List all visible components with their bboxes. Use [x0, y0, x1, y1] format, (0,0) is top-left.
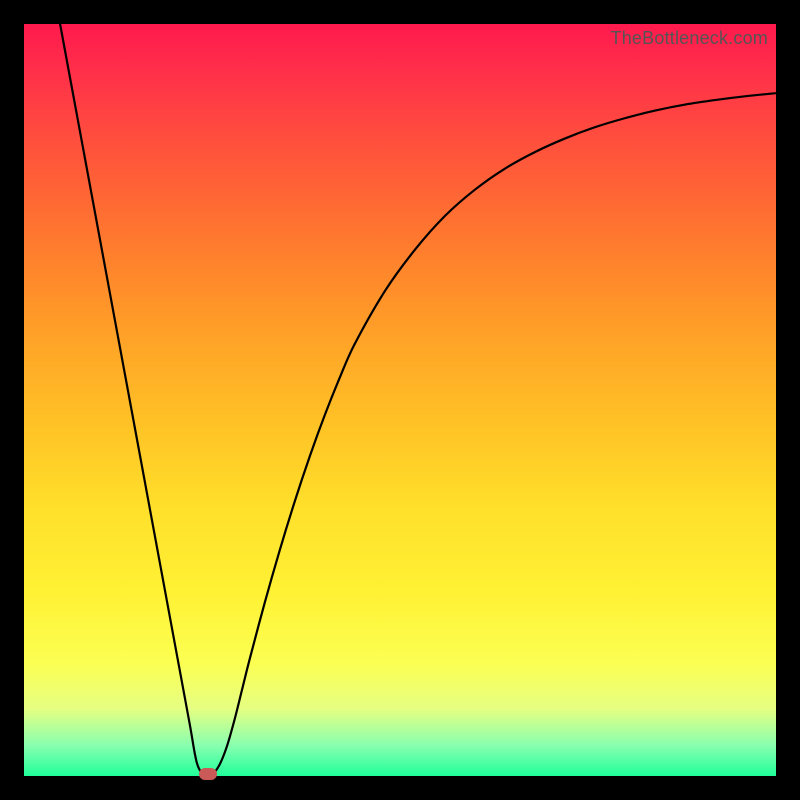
chart-marker — [199, 768, 217, 780]
chart-plot-area: TheBottleneck.com — [24, 24, 776, 776]
watermark-label: TheBottleneck.com — [611, 28, 768, 49]
chart-curve — [24, 24, 776, 776]
chart-container: TheBottleneck.com — [0, 0, 800, 800]
